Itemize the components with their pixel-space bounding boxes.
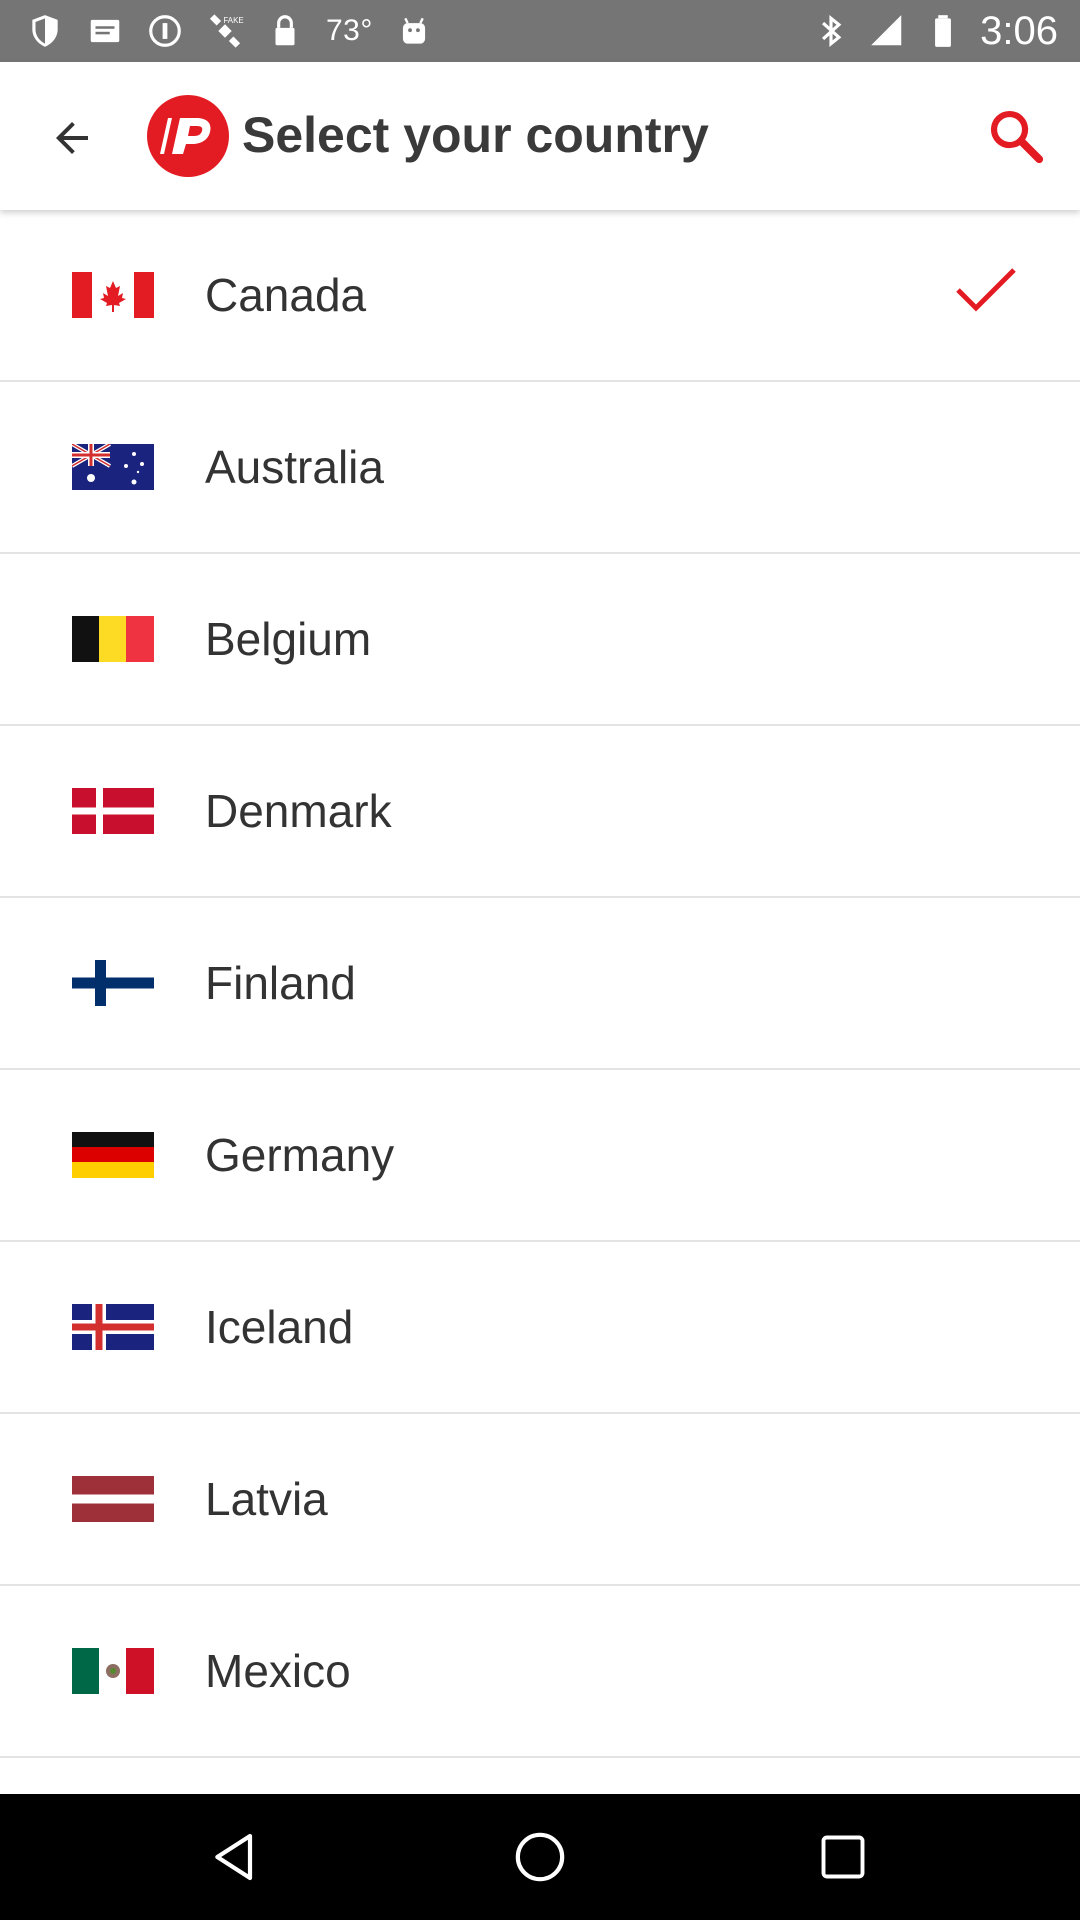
back-button[interactable] xyxy=(36,102,108,174)
bluetooth-icon xyxy=(822,15,842,47)
search-icon xyxy=(990,110,1044,164)
list-item-latvia[interactable]: Latvia xyxy=(0,1414,1080,1586)
temperature-text: 73° xyxy=(326,14,373,47)
list-item-belgium[interactable]: Belgium xyxy=(0,554,1080,726)
arrow-back-icon xyxy=(56,122,88,154)
clock-text: 3:06 xyxy=(980,8,1058,53)
country-name: Australia xyxy=(205,441,384,493)
nav-back-icon xyxy=(215,1833,253,1881)
finland-flag-icon xyxy=(72,960,154,1006)
country-name: Canada xyxy=(205,269,367,321)
status-bar: FAKE 73° 3:06 xyxy=(0,0,1080,62)
country-name: Germany xyxy=(205,1129,395,1181)
satellite-icon: FAKE xyxy=(209,14,244,48)
page-title: Select your country xyxy=(242,107,709,163)
country-name: Finland xyxy=(205,957,356,1009)
nav-home-button[interactable] xyxy=(505,1822,575,1892)
search-button[interactable] xyxy=(978,98,1054,174)
country-name: Denmark xyxy=(205,785,392,837)
nav-recents-button[interactable] xyxy=(808,1822,878,1892)
svg-text:FAKE: FAKE xyxy=(223,16,243,25)
battery-icon xyxy=(935,15,952,47)
nav-recents-icon xyxy=(821,1835,865,1879)
iceland-flag-icon xyxy=(72,1304,154,1350)
denmark-flag-icon xyxy=(72,788,154,834)
app-bar: Select your country xyxy=(0,62,1080,210)
blocked-icon xyxy=(149,15,181,47)
country-list: Canada Australia Belgium Denmark Finland… xyxy=(0,210,1080,1802)
list-item-denmark[interactable]: Denmark xyxy=(0,726,1080,898)
list-item-germany[interactable]: Germany xyxy=(0,1070,1080,1242)
nav-home-icon xyxy=(515,1832,565,1882)
latvia-flag-icon xyxy=(72,1476,154,1522)
australia-flag-icon xyxy=(72,444,154,490)
list-item-canada[interactable]: Canada xyxy=(0,210,1080,382)
germany-flag-icon xyxy=(72,1132,154,1178)
mexico-flag-icon xyxy=(72,1648,154,1694)
lock-icon xyxy=(275,15,295,46)
app-logo-icon xyxy=(147,95,229,177)
list-item-mexico[interactable]: Mexico xyxy=(0,1586,1080,1758)
list-item-finland[interactable]: Finland xyxy=(0,898,1080,1070)
navigation-bar xyxy=(0,1794,1080,1920)
nav-back-button[interactable] xyxy=(201,1822,271,1892)
country-name: Latvia xyxy=(205,1473,328,1525)
list-item-australia[interactable]: Australia xyxy=(0,382,1080,554)
country-name: Belgium xyxy=(205,613,372,665)
country-name: Iceland xyxy=(205,1301,354,1353)
message-icon xyxy=(90,19,120,43)
shield-icon xyxy=(32,15,58,47)
signal-icon xyxy=(871,15,902,46)
belgium-flag-icon xyxy=(72,616,154,662)
android-icon xyxy=(402,17,425,44)
canada-flag-icon xyxy=(72,272,154,318)
country-name: Mexico xyxy=(205,1645,351,1697)
checkmark-icon xyxy=(956,268,1016,312)
list-item-iceland[interactable]: Iceland xyxy=(0,1242,1080,1414)
